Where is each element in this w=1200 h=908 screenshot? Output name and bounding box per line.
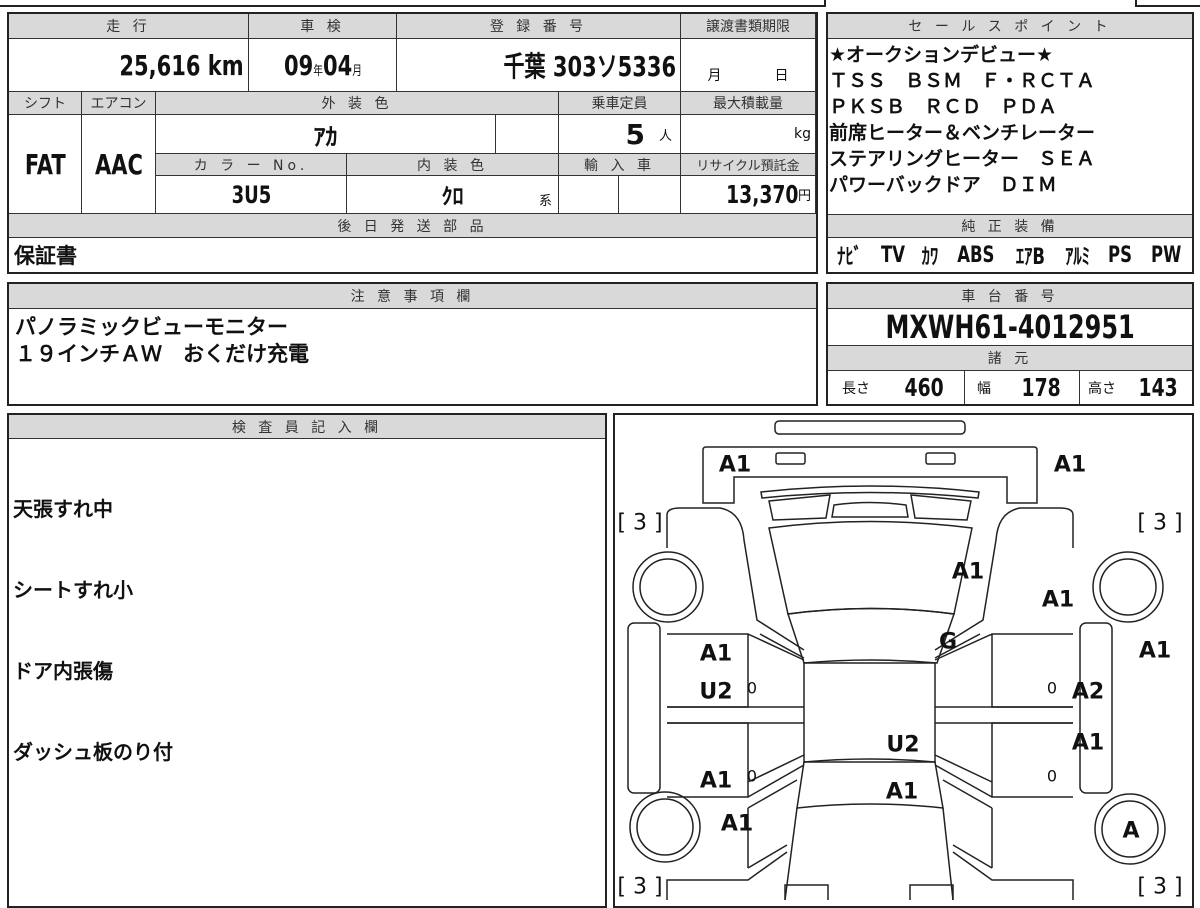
sale-point: ＰＫＳＢ ＲＣＤ ＰＤＡ	[829, 96, 1058, 118]
damage-mark: G	[938, 629, 958, 655]
right-pillar	[935, 706, 1073, 724]
rear-bumper	[774, 420, 966, 435]
tire-mark-front-right: [ 3 ]	[1137, 874, 1183, 900]
left-sill	[627, 622, 661, 794]
rear-glass-panels	[768, 494, 972, 521]
damage-mark: A1	[699, 641, 733, 667]
rear-spoiler	[760, 485, 980, 499]
damage-mark: A1	[720, 811, 754, 837]
tire-mark-rear-left: [ 3 ]	[617, 510, 663, 536]
trunk-roof-panel	[787, 607, 956, 664]
damage-mark: A1	[1041, 587, 1075, 613]
damage-mark: A1	[1138, 638, 1172, 664]
left-pillar	[667, 706, 804, 724]
sale-point: ＴＳＳ ＢＳＭ Ｆ・ＲＣＴＡ	[829, 70, 1096, 92]
damage-mark: A1	[885, 779, 919, 805]
sale-points-list: ★オークションデビュー★ ＴＳＳ ＢＳＭ Ｆ・ＲＣＴＡ ＰＫＳＢ ＲＣＤ ＰＤＡ…	[829, 42, 1191, 198]
rear-lamp-right	[925, 452, 956, 465]
damage-mark: U2	[699, 679, 733, 705]
rear-panel	[702, 446, 1038, 504]
left-front-fender	[666, 779, 798, 900]
sale-point: パワーバックドア ＤＩＭ	[829, 174, 1057, 196]
damage-mark: 0	[746, 678, 758, 698]
damage-mark: 0	[1046, 766, 1058, 786]
damage-mark: A1	[1053, 452, 1087, 478]
right-front-fender	[942, 779, 1074, 900]
damage-mark: 0	[746, 766, 758, 786]
damage-mark: U2	[886, 732, 920, 758]
right-sill	[1079, 622, 1113, 794]
damage-mark: A1	[718, 452, 752, 478]
left-front-door	[667, 722, 805, 798]
left-rear-quarter	[666, 507, 805, 659]
sale-point: ステアリングヒーター ＳＥＡ	[829, 148, 1096, 170]
damage-mark: A1	[951, 559, 985, 585]
rear-lamp-left	[775, 452, 806, 465]
damage-mark: 0	[1046, 678, 1058, 698]
windshield	[796, 758, 944, 809]
hood	[784, 807, 954, 900]
tire-mark-front-left: [ 3 ]	[617, 874, 663, 900]
sale-point: 前席ヒーター＆ベンチレーター	[829, 122, 1096, 144]
left-rear-door	[667, 633, 805, 708]
sale-point: ★オークションデビュー★	[829, 44, 1054, 66]
damage-mark: A2	[1071, 679, 1105, 705]
wheels	[629, 551, 1166, 865]
tire-mark-rear-right: [ 3 ]	[1137, 510, 1183, 536]
rear-window	[768, 520, 973, 615]
front-bumper	[784, 884, 954, 900]
damage-mark: A	[1122, 818, 1140, 844]
right-front-door	[934, 722, 1073, 798]
damage-mark: A1	[1071, 730, 1105, 756]
damage-mark: A1	[699, 768, 733, 794]
